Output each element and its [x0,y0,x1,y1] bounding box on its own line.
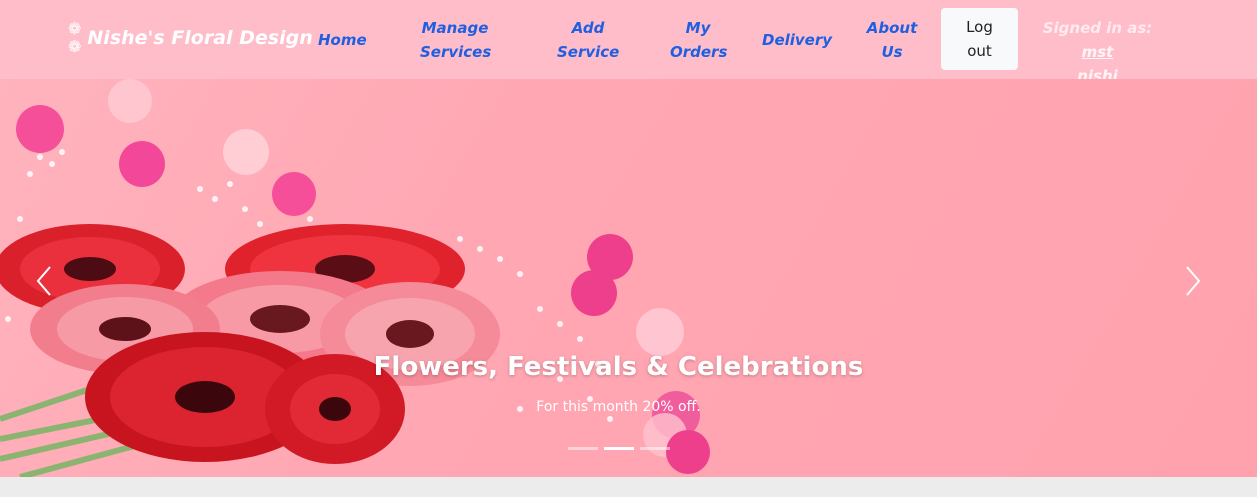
flower-bouquet-image [0,79,710,477]
brand[interactable]: ❁ ❁ Nishe's Floral Design [68,20,313,56]
carousel-prev-icon[interactable] [30,261,60,301]
nav-delivery[interactable]: Delivery [762,28,832,52]
brand-name[interactable]: Nishe's Floral Design [87,27,312,49]
navbar: ❁ ❁ Nishe's Floral Design Home Manage Ser… [0,0,1257,85]
nav-about-us[interactable]: About Us [866,16,918,64]
user-name-line1[interactable]: mst [1082,43,1114,61]
signed-in-status: Signed in as: mst nishi [1030,16,1165,88]
hero-carousel: Flowers, Festivals & Celebrations For th… [0,79,1257,477]
carousel-indicator-3[interactable] [640,447,670,450]
logout-button[interactable]: Log out [941,8,1018,70]
nav-about-line2[interactable]: Us [866,40,918,64]
nav-add-service-line2[interactable]: Service [557,40,619,64]
nav-add-service[interactable]: Add Service [557,16,619,64]
flower-icon: ❁ ❁ [68,19,82,56]
logout-line2: out [967,42,992,60]
nav-manage-services-line2[interactable]: Services [420,40,491,64]
carousel-next-icon[interactable] [1177,261,1207,301]
nav-manage-services-line1[interactable]: Manage [420,16,490,40]
nav-my-orders[interactable]: My Orders [670,16,727,64]
signed-in-label: Signed in as: [1042,19,1153,37]
nav-my-orders-line2[interactable]: Orders [670,40,727,64]
carousel-indicators [568,447,670,450]
nav-home-label[interactable]: Home [318,31,367,49]
nav-delivery-label[interactable]: Delivery [762,31,832,49]
nav-manage-services[interactable]: Manage Services [420,16,491,64]
carousel-indicator-1[interactable] [568,447,598,450]
nav-add-service-line1[interactable]: Add [557,16,619,40]
nav-about-line1[interactable]: About [866,16,918,40]
nav-home[interactable]: Home [318,28,367,52]
logout-line1: Log [966,18,993,36]
carousel-indicator-2[interactable] [604,447,634,450]
carousel-caption-subtitle: For this month 20% off. [536,399,701,415]
user-name-link[interactable]: mst [1082,43,1114,61]
page-background-strip [0,477,1257,497]
carousel-caption-title: Flowers, Festivals & Celebrations [373,352,864,382]
nav-my-orders-line1[interactable]: My [670,16,726,40]
